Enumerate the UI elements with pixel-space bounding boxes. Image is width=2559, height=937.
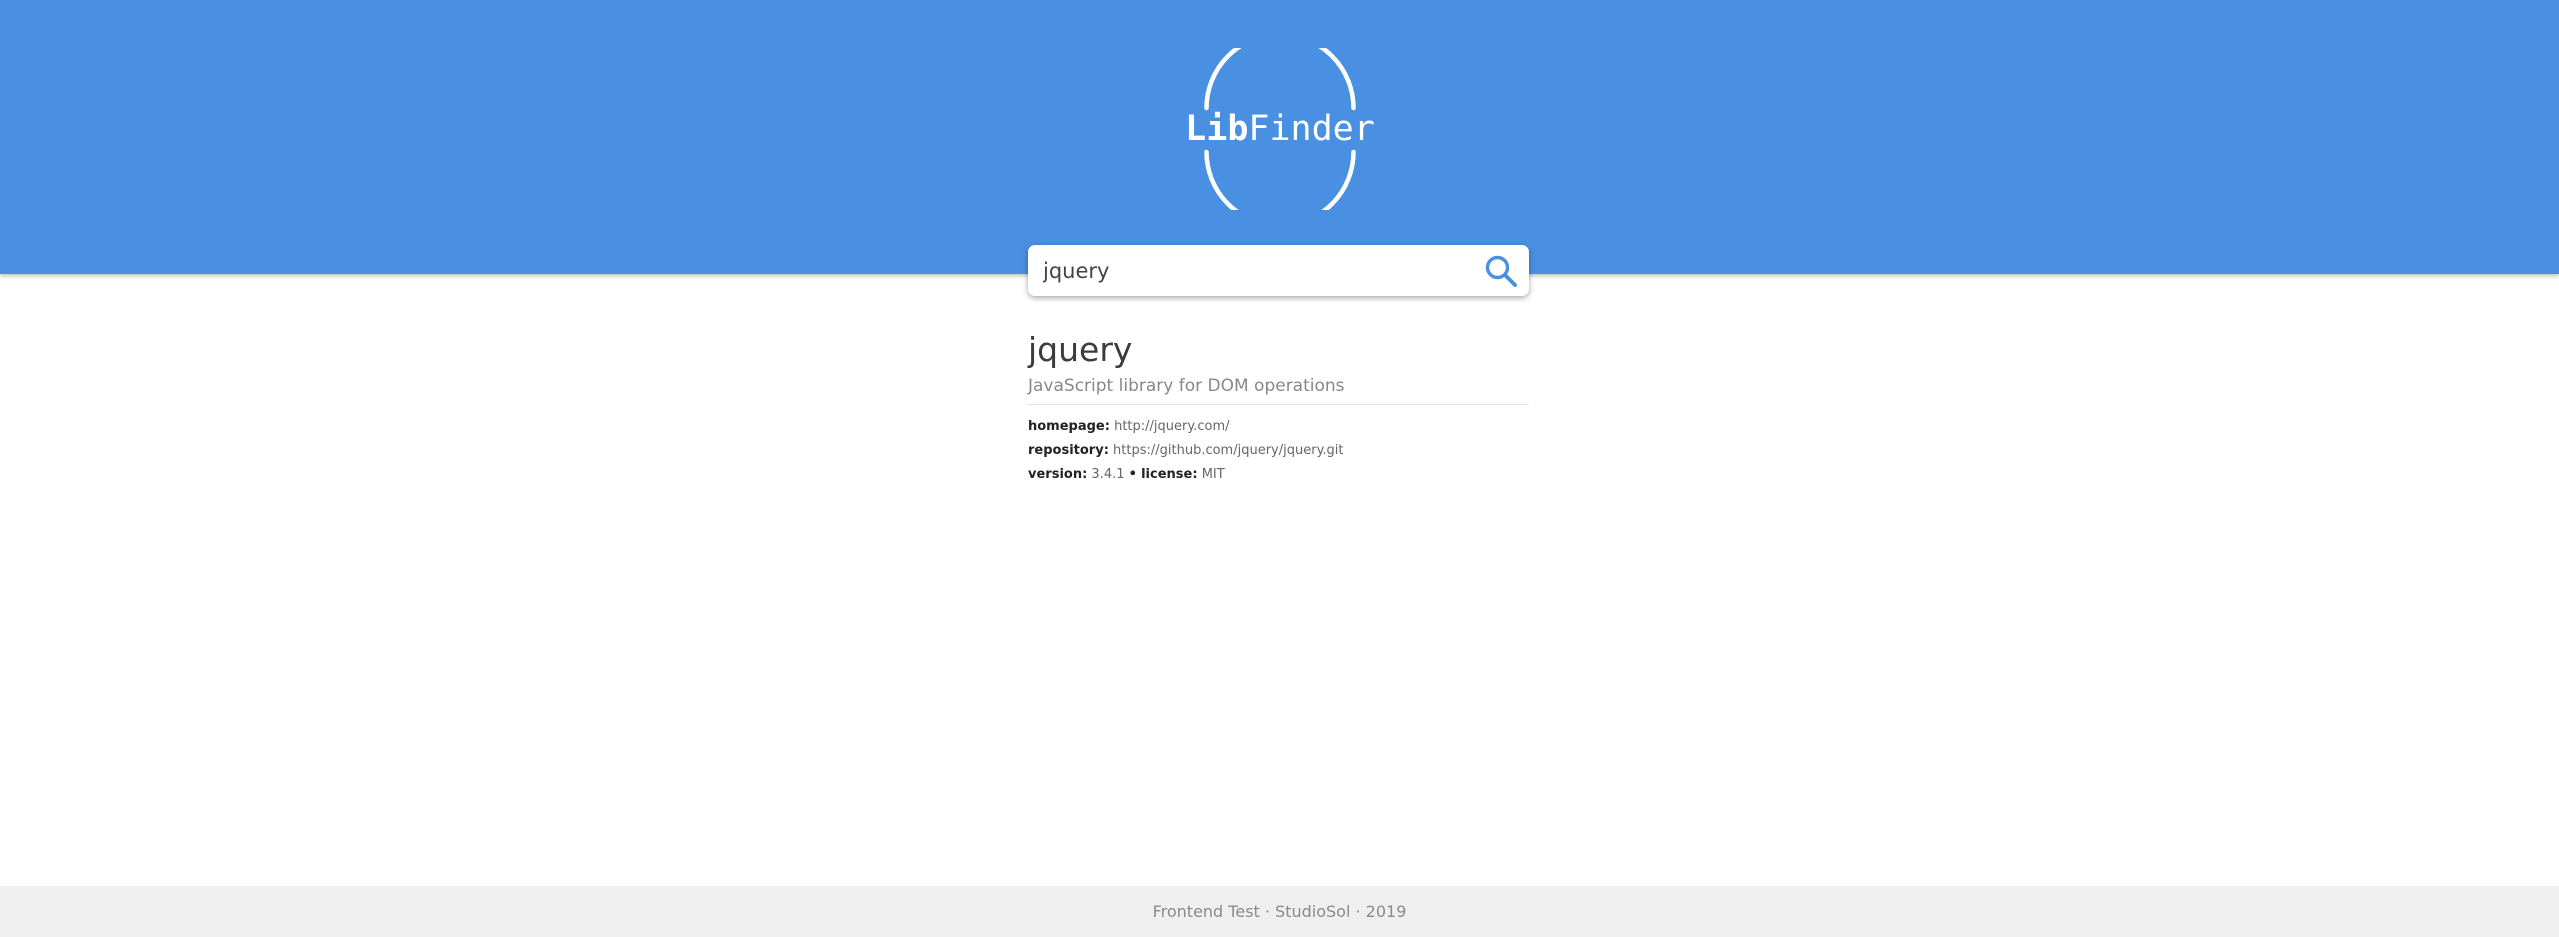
header-bar: LibFinder xyxy=(0,0,2559,274)
libfinder-logo[interactable]: LibFinder xyxy=(1180,48,1380,210)
logo-text-lib: Lib xyxy=(1185,109,1248,149)
license-label: license: xyxy=(1141,467,1198,482)
library-description: JavaScript library for DOM operations xyxy=(1028,374,1529,405)
search-bar xyxy=(1028,245,1529,296)
footer: Frontend Test · StudioSol · 2019 xyxy=(0,886,2559,937)
bullet-separator: • xyxy=(1128,467,1137,482)
license-value: MIT xyxy=(1201,467,1225,482)
version-label: version: xyxy=(1028,467,1088,482)
homepage-row: homepage: http://jquery.com/ xyxy=(1028,415,1529,439)
version-license-row: version: 3.4.1 • license: MIT xyxy=(1028,463,1529,487)
result-card: jquery JavaScript library for DOM operat… xyxy=(1028,326,1529,487)
repository-label: repository: xyxy=(1028,443,1109,458)
search-input[interactable] xyxy=(1043,245,1473,296)
library-name: jquery xyxy=(1028,330,1133,369)
search-button[interactable] xyxy=(1481,251,1521,291)
version-value: 3.4.1 xyxy=(1091,467,1125,482)
library-meta: homepage: http://jquery.com/ repository:… xyxy=(1028,415,1529,487)
repository-link[interactable]: https://github.com/jquery/jquery.git xyxy=(1113,443,1343,458)
logo-text-finder: Finder xyxy=(1248,109,1374,149)
search-icon xyxy=(1485,255,1517,287)
repository-row: repository: https://github.com/jquery/jq… xyxy=(1028,439,1529,463)
footer-text: Frontend Test · StudioSol · 2019 xyxy=(1152,902,1407,921)
svg-text:LibFinder: LibFinder xyxy=(1185,109,1375,149)
homepage-link[interactable]: http://jquery.com/ xyxy=(1114,419,1229,434)
homepage-label: homepage: xyxy=(1028,419,1110,434)
logo-circle-icon: LibFinder xyxy=(1185,48,1375,210)
